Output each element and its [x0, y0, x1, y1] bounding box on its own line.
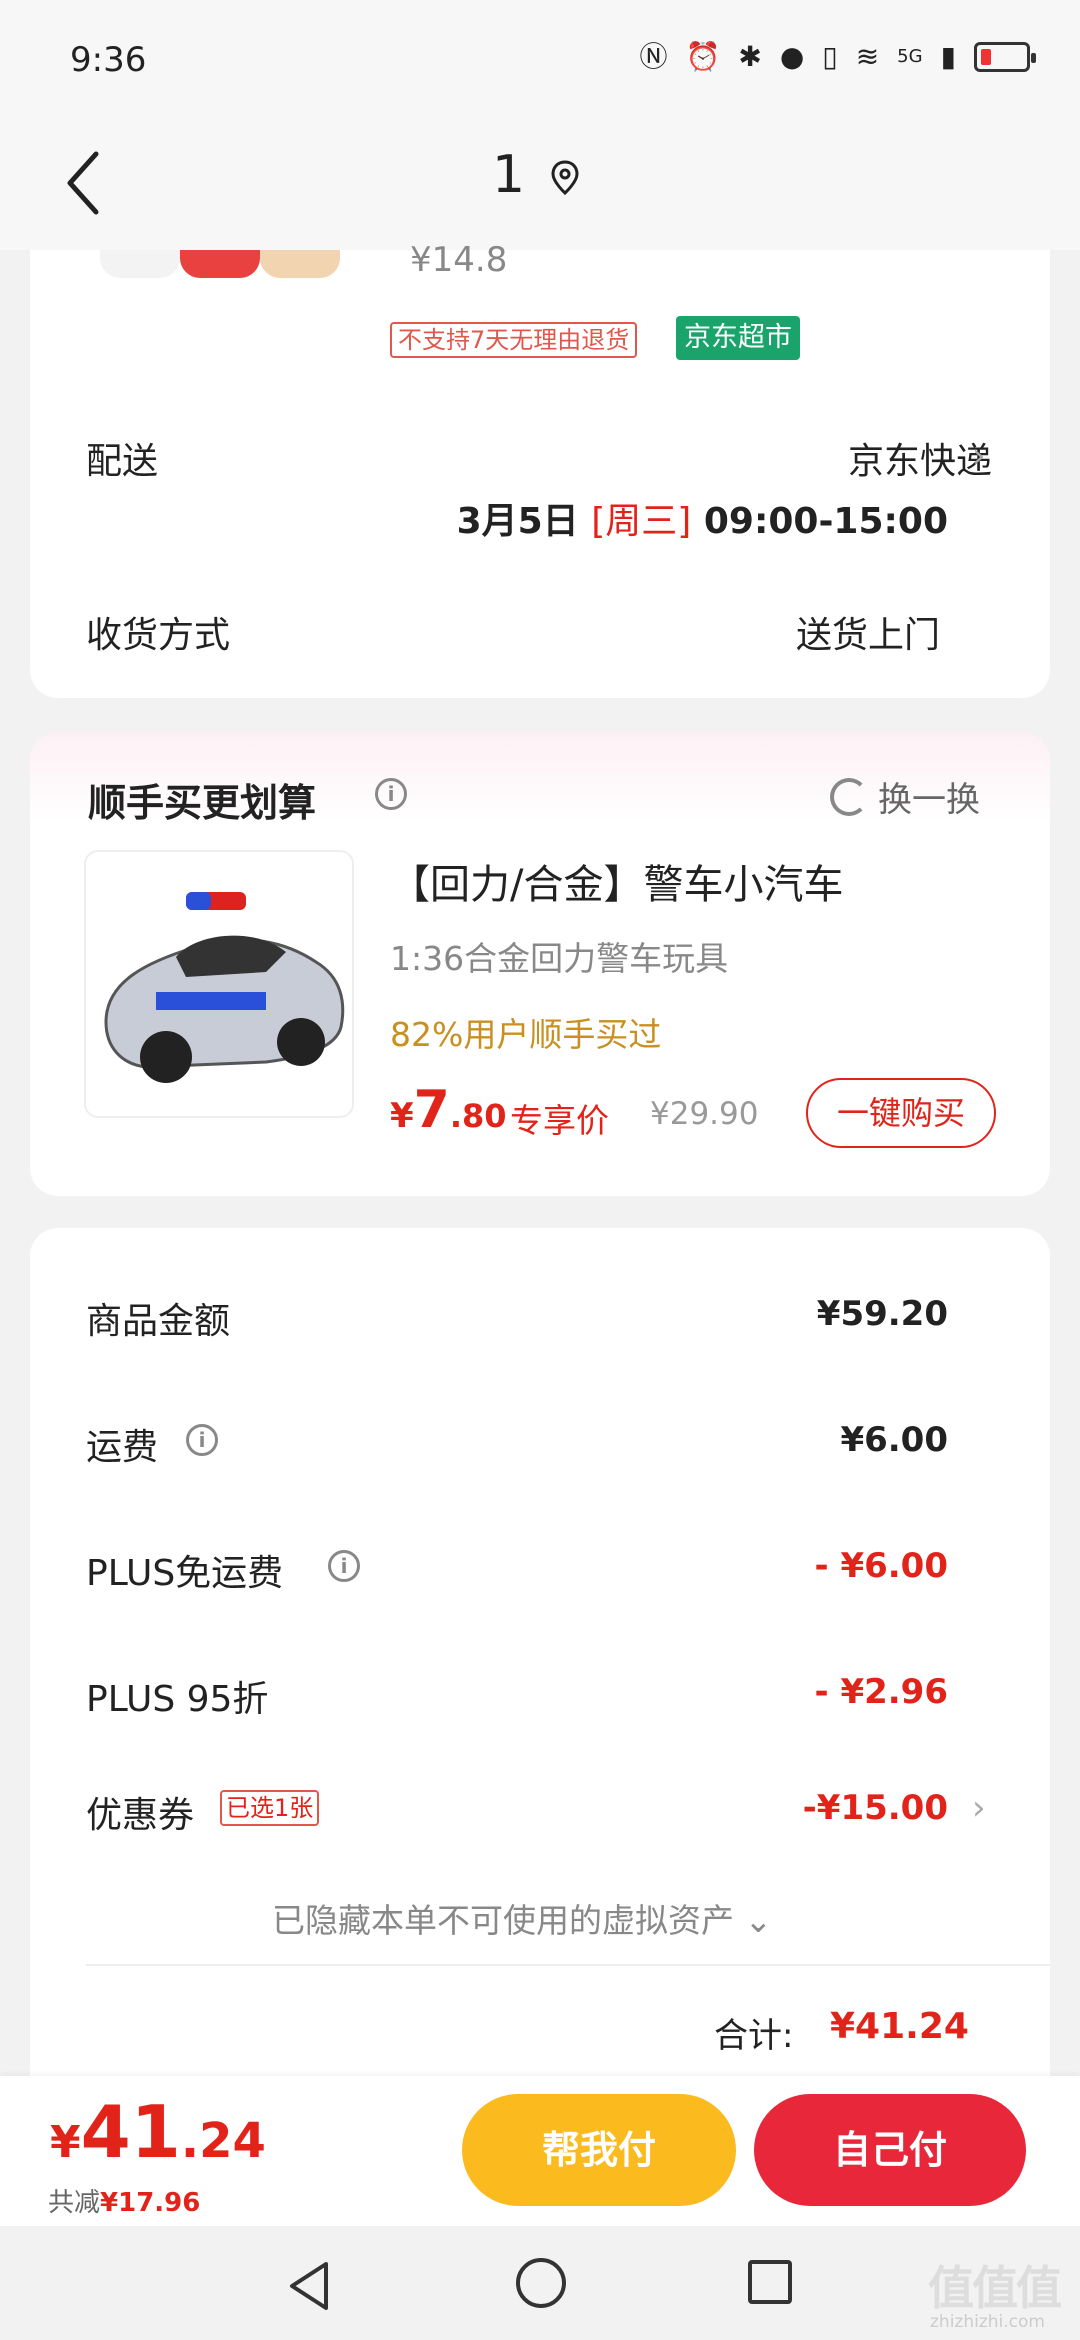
bluetooth-icon: ✱ [738, 40, 762, 73]
receive-method-label: 收货方式 [86, 615, 231, 656]
shipping-info-icon[interactable]: i [186, 1424, 218, 1456]
delivery-label: 配送 [86, 441, 159, 482]
status-time: 9:36 [70, 40, 147, 80]
police-car-image [104, 892, 345, 1083]
signal-icon: ▮ [940, 40, 956, 73]
one-click-buy-button[interactable]: 一键购买 [806, 1078, 996, 1148]
no-return-tag: 不支持7天无理由退货 [390, 322, 638, 358]
header: 1 [0, 120, 1080, 250]
coupon-chevron-icon[interactable]: › [972, 1788, 986, 1828]
product-price: ¥14.8 [410, 240, 508, 280]
recommend-product-desc: 1:36合金回力警车玩具 [390, 939, 729, 978]
page-title: 1 [492, 145, 526, 205]
location-status-icon: ● [779, 40, 805, 73]
location-pin-icon[interactable] [550, 160, 580, 196]
plus-free-shipping-value: - ¥6.00 [814, 1546, 949, 1586]
nav-home-icon[interactable] [516, 2258, 566, 2308]
recommend-title: 顺手买更划算 [88, 781, 317, 825]
recommend-price: ¥7.80 [390, 1080, 507, 1140]
delivery-weekday: [周三] [591, 501, 692, 542]
vibrate-icon: ▯ [822, 40, 838, 73]
price-decimal: .80 [449, 1097, 507, 1135]
recommend-social-proof: 82%用户顺手买过 [390, 1015, 662, 1054]
goods-amount-value: ¥59.20 [816, 1294, 948, 1334]
info-icon[interactable]: i [375, 778, 407, 810]
delivery-carrier[interactable]: 京东快递 [848, 432, 992, 484]
status-bar: 9:36 Ⓝ ⏰ ✱ ● ▯ ≋ 5G ▮ [0, 0, 1080, 120]
goods-amount-label: 商品金额 [86, 1301, 231, 1342]
original-price: ¥29.90 [650, 1096, 759, 1132]
saved-amount: 共减¥17.96 [48, 2182, 200, 2219]
plus-free-shipping-label: PLUS免运费 [86, 1553, 284, 1594]
saved-value: ¥17.96 [100, 2188, 201, 2218]
delivery-time[interactable]: 3月5日 [周三] 09:00-15:00 [457, 492, 948, 544]
hidden-assets-toggle[interactable]: 已隐藏本单不可使用的虚拟资产 ⌄ [272, 1894, 772, 1942]
battery-icon [974, 42, 1036, 72]
price-integer: 7 [413, 1080, 450, 1140]
shipping-value: ¥6.00 [840, 1420, 948, 1460]
total-value: ¥41.24 [830, 2006, 969, 2047]
jd-supermarket-tag: 京东超市 [676, 316, 800, 360]
delivery-date: 3月5日 [456, 501, 579, 542]
coupon-label: 优惠券 [86, 1795, 195, 1836]
chevron-right-icon[interactable]: › [972, 436, 986, 476]
summary-card [30, 1228, 1050, 2088]
total-label: 合计: [714, 2016, 794, 2056]
coupon-value[interactable]: -¥15.00 [803, 1788, 948, 1828]
nav-back-icon[interactable] [286, 2260, 334, 2312]
chevron-down-icon: ⌄ [744, 1901, 773, 1940]
checkout-total: ¥41.24 [50, 2090, 266, 2174]
plus-discount-label: PLUS 95折 [86, 1679, 269, 1720]
product-image[interactable] [84, 850, 354, 1118]
exclusive-price-label: 专享价 [510, 1101, 609, 1140]
coupon-selected-tag: 已选1张 [220, 1790, 320, 1826]
swap-label: 换一换 [878, 780, 980, 820]
nav-recent-icon[interactable] [748, 2260, 792, 2304]
status-icons: Ⓝ ⏰ ✱ ● ▯ ≋ 5G ▮ [639, 40, 1036, 73]
watermark-logo: 值值值 [928, 2261, 1062, 2315]
price-symbol: ¥ [390, 1096, 414, 1136]
total-decimal: .24 [180, 2113, 266, 2169]
saved-prefix: 共减 [48, 2188, 101, 2218]
self-pay-button[interactable]: 自己付 [754, 2094, 1026, 2206]
plus-discount-value: - ¥2.96 [814, 1672, 949, 1712]
alarm-icon: ⏰ [685, 40, 721, 73]
total-integer: 41 [80, 2090, 181, 2174]
swap-button[interactable]: 换一换 [830, 772, 980, 821]
help-pay-button[interactable]: 帮我付 [462, 2094, 736, 2206]
receive-method-value[interactable]: 送货上门 [796, 606, 940, 658]
watermark-url: zhizhizhi.com [930, 2312, 1045, 2332]
recommend-product-name[interactable]: 【回力/合金】警车小汽车 [390, 852, 843, 910]
shipping-label: 运费 [86, 1427, 159, 1468]
refresh-icon [830, 777, 868, 816]
total-symbol: ¥ [50, 2117, 81, 2168]
system-nav-bar [0, 2226, 1080, 2340]
network-type: 5G [897, 46, 923, 67]
divider [86, 1964, 1050, 1966]
hidden-assets-text: 已隐藏本单不可使用的虚拟资产 [272, 1901, 734, 1940]
delivery-window: 09:00-15:00 [703, 501, 948, 542]
plus-info-icon[interactable]: i [328, 1550, 360, 1582]
wifi-icon: ≋ [855, 40, 880, 73]
product-thumbnail [90, 250, 360, 280]
nfc-icon: Ⓝ [639, 40, 668, 73]
back-arrow-icon[interactable] [60, 148, 110, 218]
